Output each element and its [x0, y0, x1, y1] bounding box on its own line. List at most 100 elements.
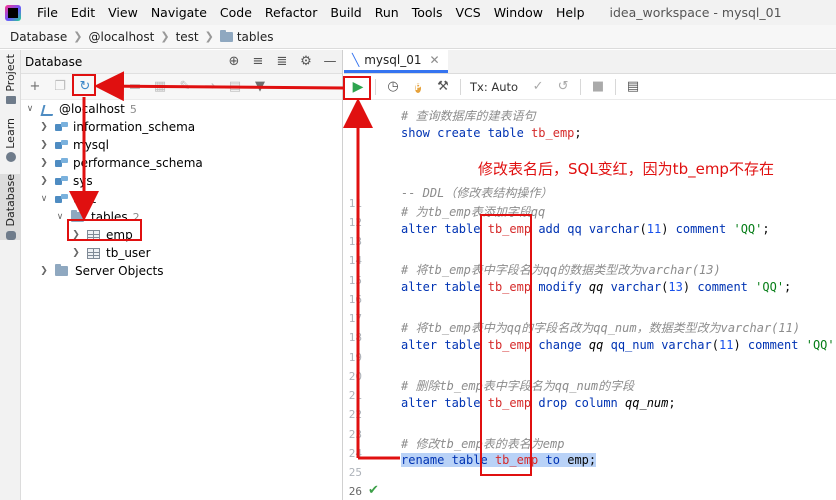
chevron-right-icon[interactable]: ❯	[39, 266, 49, 276]
code-line[interactable]: # 将tb_emp表中为qq的字段名改为qq_num，数据类型改为varchar…	[401, 319, 800, 336]
copy-icon[interactable]: ❐	[52, 79, 68, 95]
menu-tools[interactable]: Tools	[406, 5, 450, 20]
history-icon[interactable]: ◷	[385, 79, 401, 95]
code-line[interactable]: alter table tb_emp drop column qq_num;	[401, 396, 676, 410]
number: 11	[646, 222, 662, 236]
breadcrumb-tables[interactable]: tables	[237, 30, 274, 44]
line-number: 25	[348, 466, 362, 479]
tree-label-schema: test	[73, 192, 97, 206]
menu-navigate[interactable]: Navigate	[145, 5, 214, 20]
expand-collapse-icon[interactable]: ≡	[251, 54, 265, 69]
editor-toolbar: ▶ ◷ P ⚒ Tx: Auto ✓ ↺ ■ ▤	[344, 74, 836, 100]
table-output-icon[interactable]: ▤	[625, 79, 641, 95]
code-line[interactable]: show create table tb_emp;	[401, 126, 582, 140]
code-line[interactable]: alter table tb_emp add qq varchar(11) co…	[401, 222, 770, 236]
refresh-highlight-box	[72, 74, 96, 96]
tree-label-localhost: @localhost	[59, 102, 125, 116]
code-line[interactable]: alter table tb_emp change qq qq_num varc…	[401, 338, 836, 352]
editor-tab-mysql-01[interactable]: ╲ mysql_01 ✕	[344, 49, 448, 73]
chevron-down-icon[interactable]: ∨	[55, 212, 65, 222]
line-number: 18	[348, 331, 362, 344]
tree-row-schema[interactable]: ❯ sys	[39, 172, 92, 190]
sql-keyword: to	[545, 453, 560, 467]
minimize-icon[interactable]: —	[323, 54, 337, 69]
semicolon: ;	[762, 222, 770, 236]
tree-row-schema[interactable]: ❯ information_schema	[39, 118, 195, 136]
code-line[interactable]: # 查询数据库的建表语句	[401, 107, 535, 124]
line-number: 19	[348, 351, 362, 364]
tb-emp-column-highlight-box	[480, 214, 532, 476]
sql-type: varchar	[661, 338, 712, 352]
menu-refactor[interactable]: Refactor	[259, 5, 324, 20]
chevron-right-icon[interactable]: ❯	[39, 158, 49, 168]
sql-keyword: alter table	[401, 280, 481, 294]
chevron-down-icon[interactable]: ∨	[25, 104, 35, 114]
line-number: 21	[348, 389, 362, 402]
code-line[interactable]: alter table tb_emp modify qq varchar(13)…	[401, 280, 791, 294]
menu-vcs[interactable]: VCS	[450, 5, 488, 20]
column-name: qq	[588, 338, 604, 352]
commit-icon[interactable]: ✓	[530, 79, 546, 95]
chevron-right-icon[interactable]: ❯	[39, 140, 49, 150]
line-number: 16	[348, 293, 362, 306]
stop-icon[interactable]: ✖	[102, 79, 118, 95]
menu-help[interactable]: Help	[550, 5, 592, 20]
add-icon[interactable]: +	[27, 79, 43, 95]
gear-icon[interactable]: ⚙	[299, 54, 313, 69]
breadcrumb-localhost[interactable]: @localhost	[88, 30, 154, 44]
learn-tool-label: Learn	[4, 117, 17, 149]
tree-row-schema[interactable]: ❯ performance_schema	[39, 154, 203, 172]
jump-icon[interactable]: →	[202, 79, 218, 95]
chevron-right-icon[interactable]: ❯	[39, 122, 49, 132]
menu-run[interactable]: Run	[369, 5, 406, 20]
filter-icon[interactable]: ▼	[252, 79, 268, 95]
code-line[interactable]: # 将tb_emp表中字段名为qq的数据类型改为varchar(13)	[401, 261, 721, 278]
table-view-icon[interactable]: ▦	[152, 79, 168, 95]
menu-code[interactable]: Code	[214, 5, 259, 20]
menu-file[interactable]: File	[31, 5, 65, 20]
tree-row-schema[interactable]: ❯ mysql	[39, 136, 109, 154]
tree-row-table-tb-user[interactable]: ❯ tb_user	[71, 244, 150, 262]
rollback-icon[interactable]: ↺	[555, 79, 571, 95]
code-comment: # 将tb_emp表中字段名为qq的数据类型改为varchar(13)	[401, 263, 721, 277]
sql-keyword: rename table	[401, 453, 488, 467]
console-icon[interactable]: ▤	[227, 79, 243, 95]
menu-edit[interactable]: Edit	[65, 5, 102, 20]
chevron-right-icon[interactable]: ❯	[71, 248, 81, 258]
edit-icon[interactable]: ✎	[177, 79, 193, 95]
profile-icon[interactable]: P	[410, 79, 426, 95]
column-name: qq	[588, 280, 604, 294]
database-tool-button[interactable]: Database	[0, 174, 21, 240]
database-panel: Database ⊕ ≡ ≣ ⚙ — + ❐ ↻ ✖ ▬ ▦ ✎ → ▤ ▼ ∨…	[21, 50, 343, 500]
breadcrumb-test[interactable]: test	[176, 30, 199, 44]
new-table-name: emp	[567, 453, 589, 467]
chevron-down-icon[interactable]: ∨	[39, 194, 49, 204]
code-line[interactable]: -- DDL（修改表结构操作）	[401, 184, 552, 201]
breadcrumb-database[interactable]: Database	[10, 30, 67, 44]
learn-tool-button[interactable]: Learn	[0, 116, 21, 164]
wrench-icon[interactable]: ⚒	[435, 79, 451, 95]
annotation-text: 修改表名后，SQL变红，因为tb_emp不存在	[478, 160, 774, 178]
tree-label-schema: mysql	[73, 138, 109, 152]
close-icon[interactable]: ✕	[430, 53, 440, 67]
line-number: 24	[348, 447, 362, 460]
stop-icon[interactable]: ■	[590, 79, 606, 95]
menu-view[interactable]: View	[102, 5, 145, 20]
database-cylinder-icon	[5, 230, 16, 240]
tree-row-localhost[interactable]: ∨ @localhost 5	[25, 100, 137, 118]
line-gutter: 11 12 13 14 15 16 17 18 19 20 21 22 23 2…	[344, 100, 396, 500]
project-folder-icon	[5, 95, 16, 104]
tree-row-schema-test[interactable]: ∨ test	[39, 190, 96, 208]
code-comment: -- DDL（修改表结构操作）	[401, 186, 553, 200]
menu-build[interactable]: Build	[324, 5, 368, 20]
disconnect-icon[interactable]: ▬	[127, 79, 143, 95]
collapse-all-icon[interactable]: ≣	[275, 54, 289, 69]
project-tool-button[interactable]: Project	[0, 54, 21, 104]
chevron-right-icon[interactable]: ❯	[39, 176, 49, 186]
schema-icon	[55, 121, 68, 133]
tree-row-server-objects[interactable]: ❯ Server Objects	[39, 262, 164, 280]
menu-window[interactable]: Window	[488, 5, 550, 20]
crosshair-icon[interactable]: ⊕	[227, 54, 241, 69]
line-number: 13	[348, 235, 362, 248]
transaction-mode-dropdown[interactable]: Tx: Auto	[470, 80, 518, 94]
